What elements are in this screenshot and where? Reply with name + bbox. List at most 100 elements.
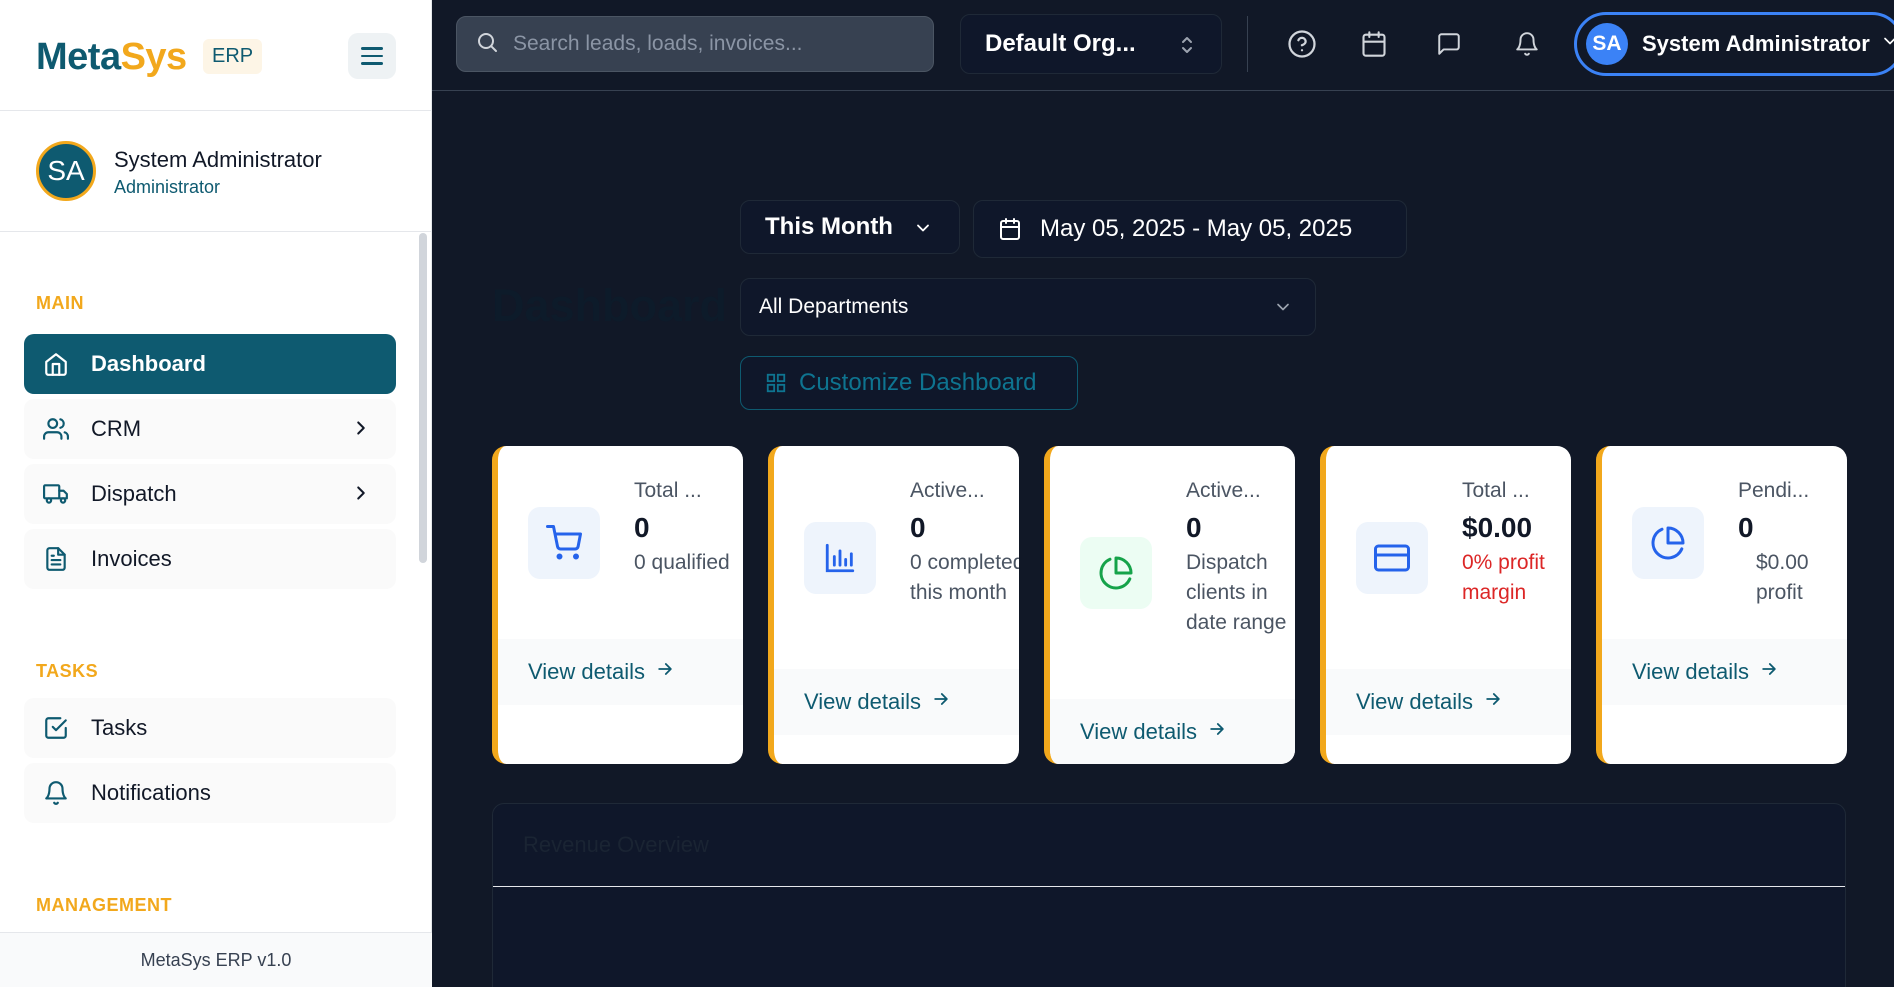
pie-chart-icon	[1080, 537, 1152, 609]
department-select[interactable]: All Departments	[740, 278, 1316, 336]
customize-label: Customize Dashboard	[799, 369, 1037, 396]
sidebar-item-label: Dispatch	[91, 481, 177, 506]
sidebar-item-notifications[interactable]: Notifications	[24, 763, 396, 823]
date-range-picker[interactable]: May 05, 2025 - May 05, 2025	[973, 200, 1407, 258]
section-label-main: MAIN	[36, 293, 84, 313]
view-details-link[interactable]: View details	[1050, 699, 1295, 764]
arrow-right-icon	[1483, 689, 1503, 715]
chevron-down-icon	[1273, 297, 1293, 323]
sidebar-item-label: Tasks	[91, 715, 148, 740]
sidebar-user: SA System Administrator Administrator	[0, 111, 431, 232]
card-subtext: Dispatch clients in date range	[1186, 551, 1287, 634]
bell-icon	[42, 779, 70, 807]
card-subtext: 0 qualified	[634, 551, 730, 574]
help-icon[interactable]	[1286, 28, 1318, 60]
search-box[interactable]	[456, 16, 934, 72]
sidebar-item-tasks[interactable]: Tasks	[24, 698, 396, 758]
sidebar-item-label: Notifications	[91, 780, 211, 805]
sidebar-header: MetaSys ERP	[0, 0, 431, 111]
check-square-icon	[42, 714, 70, 742]
stat-card-total-leads: Total ... 0 0 qualified View details	[492, 446, 743, 764]
view-details-link[interactable]: View details	[1602, 639, 1847, 705]
stat-card-pending: Pendi... 0 $0.00 profit View details	[1596, 446, 1847, 764]
card-title: Active...	[910, 479, 985, 502]
chevron-down-icon	[913, 217, 933, 245]
revenue-overview-panel: Revenue Overview	[492, 803, 1846, 987]
view-details-label: View details	[1356, 689, 1473, 714]
bell-icon[interactable]	[1511, 28, 1543, 60]
card-subtext: 0 completed this month	[910, 551, 1019, 604]
stat-card-active-clients: Active... 0 Dispatch clients in date ran…	[1044, 446, 1295, 764]
stat-card-total-revenue: Total ... $0.00 0% profit margin View de…	[1320, 446, 1571, 764]
period-select[interactable]: This Month	[740, 200, 960, 254]
sidebar-item-dispatch[interactable]: Dispatch	[24, 464, 396, 524]
section-label-management: MANAGEMENT	[36, 895, 172, 915]
truck-icon	[42, 480, 70, 508]
users-icon	[42, 415, 70, 443]
card-title: Active...	[1186, 479, 1261, 502]
hamburger-icon	[361, 45, 383, 68]
arrow-right-icon	[1207, 719, 1227, 745]
panel-title: Revenue Overview	[523, 832, 709, 857]
card-value: 0	[1738, 512, 1754, 543]
customize-dashboard-button[interactable]: Customize Dashboard	[740, 356, 1078, 410]
menu-toggle-button[interactable]	[348, 33, 396, 79]
avatar: SA	[1586, 23, 1628, 65]
sidebar-scrollbar[interactable]	[419, 233, 427, 563]
search-icon	[475, 30, 499, 59]
sidebar-item-crm[interactable]: CRM	[24, 399, 396, 459]
chevron-right-icon	[350, 417, 372, 445]
topbar-divider	[1247, 16, 1248, 72]
file-text-icon	[42, 545, 70, 573]
card-subtext: $0.00 profit	[1756, 551, 1809, 604]
sidebar-item-invoices[interactable]: Invoices	[24, 529, 396, 589]
view-details-link[interactable]: View details	[498, 639, 743, 705]
calendar-icon[interactable]	[1358, 28, 1390, 60]
topbar: Default Org... SA System Administrator	[432, 0, 1894, 91]
org-select[interactable]: Default Org...	[960, 14, 1222, 74]
logo-sys: Sys	[120, 36, 188, 78]
org-select-value: Default Org...	[985, 30, 1136, 57]
sidebar-item-label: Dashboard	[91, 351, 206, 376]
view-details-link[interactable]: View details	[1326, 669, 1571, 735]
stat-card-active-loads: Active... 0 0 completed this month View …	[768, 446, 1019, 764]
sidebar-item-label: CRM	[91, 416, 142, 441]
view-details-label: View details	[804, 689, 921, 714]
cart-icon	[528, 507, 600, 579]
date-range-value: May 05, 2025 - May 05, 2025	[1040, 215, 1353, 242]
card-value: 0	[910, 512, 926, 543]
arrow-right-icon	[931, 689, 951, 715]
card-title: Total ...	[1462, 479, 1530, 502]
chevron-down-icon	[1880, 31, 1894, 57]
message-icon[interactable]	[1433, 28, 1465, 60]
credit-card-icon	[1356, 522, 1428, 594]
search-input[interactable]	[513, 32, 913, 56]
erp-badge: ERP	[203, 39, 263, 74]
card-title: Total ...	[634, 479, 702, 502]
chevron-up-down-icon	[1177, 33, 1197, 64]
chevron-right-icon	[350, 482, 372, 510]
grid-icon	[765, 372, 787, 394]
logo[interactable]: MetaSys	[36, 36, 187, 79]
panel-divider	[493, 886, 1845, 887]
user-name: System Administrator	[114, 147, 322, 172]
bar-chart-icon	[804, 522, 876, 594]
logo-meta: Meta	[36, 36, 121, 78]
card-subtext: 0% profit margin	[1462, 551, 1545, 604]
version-footer: MetaSys ERP v1.0	[0, 932, 432, 987]
sidebar-item-label: Invoices	[91, 546, 172, 571]
card-title: Pendi...	[1738, 479, 1810, 502]
view-details-label: View details	[1080, 719, 1197, 744]
sidebar-item-dashboard[interactable]: Dashboard	[24, 334, 396, 394]
arrow-right-icon	[655, 659, 675, 685]
card-value: 0	[1186, 512, 1202, 543]
section-label-tasks: TASKS	[36, 661, 99, 681]
card-value: 0	[634, 512, 650, 543]
period-select-value: This Month	[765, 213, 893, 240]
calendar-icon	[998, 217, 1022, 241]
user-menu-button[interactable]: SA System Administrator	[1574, 12, 1894, 76]
page-title: Dashboard	[492, 280, 728, 331]
view-details-label: View details	[528, 659, 645, 684]
view-details-link[interactable]: View details	[774, 669, 1019, 735]
pie-chart-icon	[1632, 507, 1704, 579]
